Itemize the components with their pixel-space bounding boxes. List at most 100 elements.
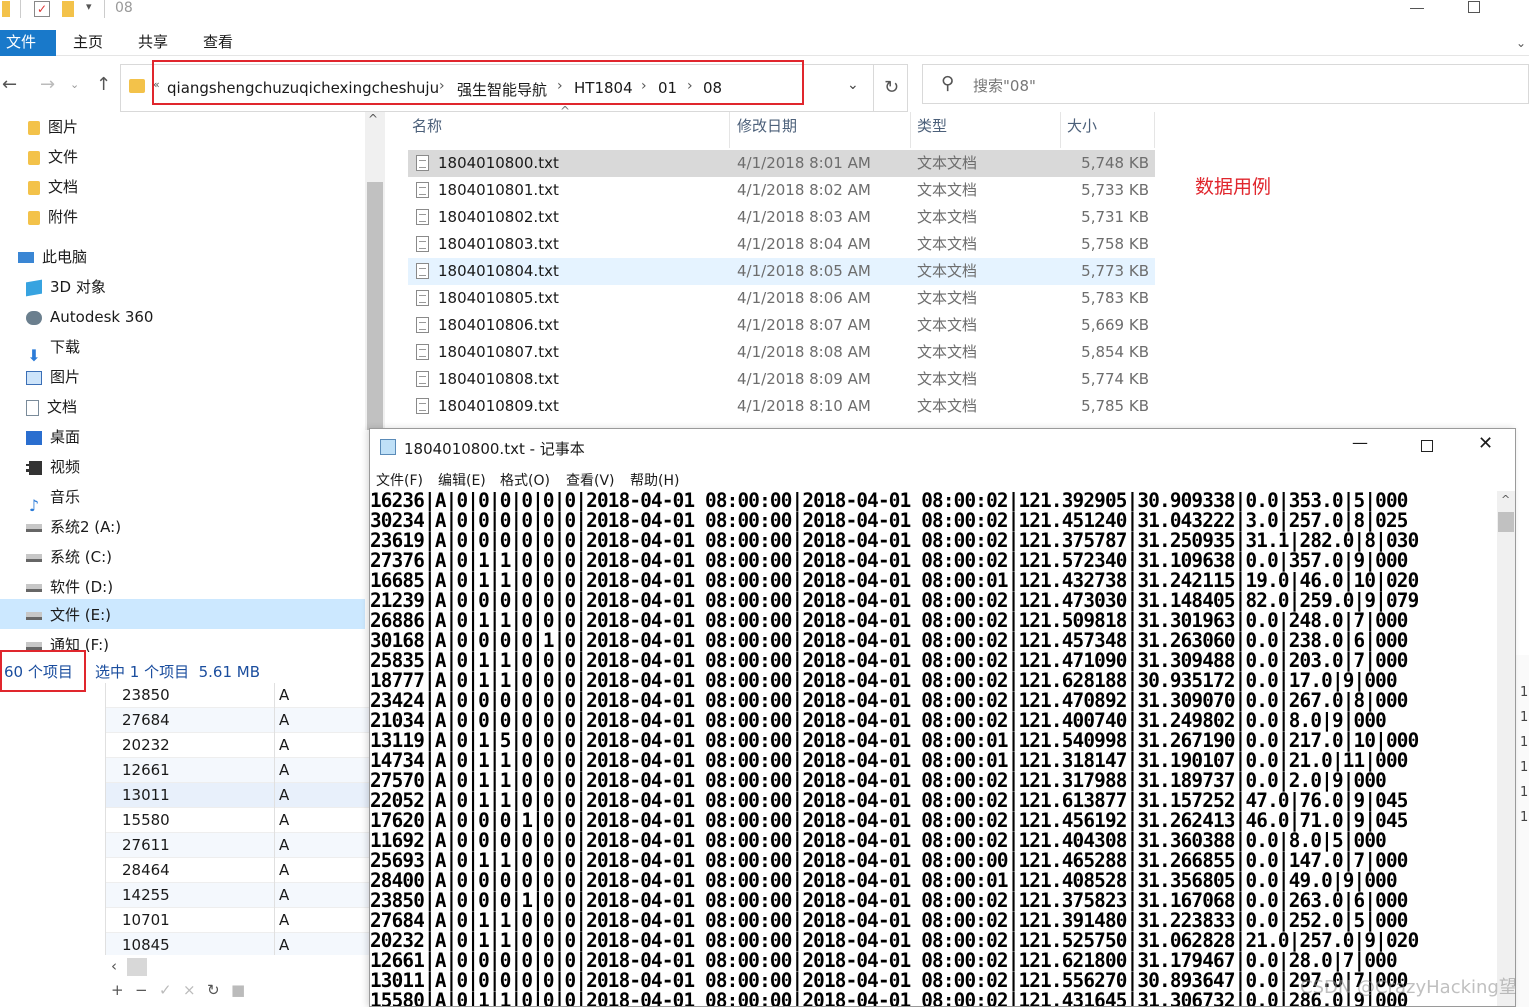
horizontal-scrollbar-thumb[interactable]	[127, 958, 147, 976]
file-row[interactable]: 1804010808.txt 4/1/2018 8:09 AM 文本文档 5,7…	[408, 366, 1155, 393]
column-header-size[interactable]: 大小	[1063, 112, 1155, 148]
grid-cell: A	[274, 808, 289, 833]
file-row[interactable]: 1804010809.txt 4/1/2018 8:10 AM 文本文档 5,7…	[408, 393, 1155, 420]
refresh-icon[interactable]: ↻	[873, 65, 909, 111]
text-line: 17620|A|0|0|0|1|0|0|2018-04-01 08:00:00|…	[370, 809, 1408, 832]
grid-row[interactable]: 10701 A	[106, 908, 371, 933]
sidebar-item-drive-a[interactable]: 系统2 (A:)	[26, 512, 121, 542]
menu-format[interactable]: 格式(O)	[500, 470, 550, 490]
properties-icon[interactable]: ✓	[34, 1, 50, 17]
search-icon: ⚲	[941, 73, 955, 94]
tab-home[interactable]: 主页	[73, 30, 103, 56]
scroll-up-icon[interactable]: ^	[368, 112, 378, 126]
sidebar-scrollbar-thumb[interactable]	[367, 182, 383, 430]
sidebar-item-files[interactable]: 文件	[28, 142, 78, 172]
sidebar-item-pictures[interactable]: 图片	[28, 112, 78, 142]
file-row[interactable]: 1804010806.txt 4/1/2018 8:07 AM 文本文档 5,6…	[408, 312, 1155, 339]
scroll-left-icon[interactable]: ‹	[111, 957, 117, 975]
file-row[interactable]: 1804010800.txt 4/1/2018 8:01 AM 文本文档 5,7…	[408, 150, 1155, 177]
add-icon[interactable]: +	[111, 981, 124, 999]
sidebar-item-this-pc[interactable]: 此电脑	[18, 242, 87, 272]
menu-help[interactable]: 帮助(H)	[630, 470, 679, 490]
column-header-date[interactable]: 修改日期	[733, 112, 911, 148]
quick-access-dropdown-icon[interactable]: ▾	[86, 0, 92, 13]
sidebar-item-pictures-lib[interactable]: 图片	[26, 362, 80, 392]
sidebar-item-drive-e[interactable]: 文件 (E:)	[26, 600, 111, 630]
sidebar-item-documents[interactable]: 文档	[28, 172, 78, 202]
sidebar-item-attachments[interactable]: 附件	[28, 202, 78, 232]
scrollbar-thumb[interactable]	[1498, 512, 1514, 532]
sidebar-item-music[interactable]: ♪ 音乐	[26, 482, 80, 515]
grid-row[interactable]: 12661 A	[106, 758, 371, 783]
text-line: 25693|A|0|1|1|0|0|0|2018-04-01 08:00:00|…	[370, 849, 1408, 872]
up-arrow-icon[interactable]: ↑	[96, 74, 111, 95]
file-row[interactable]: 1804010802.txt 4/1/2018 8:03 AM 文本文档 5,7…	[408, 204, 1155, 231]
sidebar-item-autodesk[interactable]: Autodesk 360	[26, 302, 153, 332]
grid-row[interactable]: 28464 A	[106, 858, 371, 883]
edge-text: 1	[1520, 810, 1529, 825]
file-row[interactable]: 1804010804.txt 4/1/2018 8:05 AM 文本文档 5,7…	[408, 258, 1155, 285]
grid-row[interactable]: 14255 A	[106, 883, 371, 908]
menu-file[interactable]: 文件(F)	[376, 470, 423, 490]
grid-row[interactable]: 20232 A	[106, 733, 371, 758]
file-row[interactable]: 1804010803.txt 4/1/2018 8:04 AM 文本文档 5,7…	[408, 231, 1155, 258]
text-line: 11692|A|0|0|0|0|0|0|2018-04-01 08:00:00|…	[370, 829, 1387, 852]
maximize-button[interactable]	[1468, 1, 1480, 13]
sidebar-item-label: 文档	[48, 178, 79, 196]
tab-share[interactable]: 共享	[138, 30, 168, 56]
text-file-icon	[416, 209, 429, 225]
sidebar-item-3d-objects[interactable]: 3D 对象	[26, 272, 106, 302]
notepad-scrollbar[interactable]: ^	[1497, 491, 1515, 1006]
sidebar-item-drive-c[interactable]: 系统 (C:)	[26, 542, 112, 572]
grid-row[interactable]: 23850 A	[106, 683, 371, 708]
sidebar-item-videos[interactable]: 视频	[26, 452, 80, 482]
grid-row[interactable]: 15580 A	[106, 808, 371, 833]
file-row[interactable]: 1804010805.txt 4/1/2018 8:06 AM 文本文档 5,7…	[408, 285, 1155, 312]
notepad-title-bar[interactable]: 1804010800.txt - 记事本 — ✕	[370, 429, 1515, 465]
tab-file[interactable]: 文件	[0, 30, 56, 56]
chevron-down-icon[interactable]: ⌄	[847, 77, 859, 93]
grid-row[interactable]: 27611 A	[106, 833, 371, 858]
text-line: 30234|A|0|0|0|0|0|0|2018-04-01 08:00:00|…	[370, 509, 1408, 532]
ribbon-expand-icon[interactable]: ⌄	[1516, 36, 1526, 50]
sidebar-item-drive-d[interactable]: 软件 (D:)	[26, 572, 113, 602]
file-name: 1804010804.txt	[438, 262, 559, 280]
sidebar-item-downloads[interactable]: ⬇ 下载	[26, 332, 80, 365]
cancel-icon[interactable]: ×	[183, 981, 196, 999]
minimize-button[interactable]: —	[1352, 433, 1368, 452]
scroll-up-icon[interactable]: ^	[1501, 493, 1510, 506]
file-size: 5,731 KB	[1081, 208, 1149, 226]
recent-locations-icon[interactable]: ⌄	[70, 78, 79, 91]
notepad-icon	[380, 439, 396, 455]
stop-icon[interactable]: ■	[231, 981, 245, 999]
back-arrow-icon[interactable]: ←	[2, 74, 17, 95]
refresh-icon[interactable]: ↻	[207, 981, 220, 999]
forward-arrow-icon[interactable]: →	[40, 74, 55, 95]
new-folder-icon[interactable]	[62, 1, 74, 17]
text-line: 21239|A|0|0|0|0|0|0|2018-04-01 08:00:00|…	[370, 589, 1419, 612]
check-icon[interactable]: ✓	[159, 981, 172, 999]
file-row[interactable]: 1804010807.txt 4/1/2018 8:08 AM 文本文档 5,8…	[408, 339, 1155, 366]
file-name: 1804010806.txt	[438, 316, 559, 334]
search-input[interactable]: ⚲ 搜索"08"	[922, 64, 1529, 104]
file-size: 5,733 KB	[1081, 181, 1149, 199]
remove-icon[interactable]: −	[135, 981, 148, 999]
column-header-type[interactable]: 类型	[913, 112, 1061, 148]
text-line: 21034|A|0|0|0|0|0|0|2018-04-01 08:00:00|…	[370, 709, 1387, 732]
grid-row[interactable]: 27684 A	[106, 708, 371, 733]
minimize-button[interactable]	[1410, 8, 1424, 9]
grid-cell: 13011	[122, 786, 170, 804]
menu-edit[interactable]: 编辑(E)	[438, 470, 486, 490]
tab-view[interactable]: 查看	[203, 30, 233, 56]
maximize-button[interactable]	[1421, 440, 1433, 452]
sidebar-item-desktop[interactable]: 桌面	[26, 422, 80, 452]
menu-view[interactable]: 查看(V)	[566, 470, 615, 490]
file-row[interactable]: 1804010801.txt 4/1/2018 8:02 AM 文本文档 5,7…	[408, 177, 1155, 204]
notepad-title: 1804010800.txt - 记事本	[404, 440, 585, 458]
close-button[interactable]: ✕	[1478, 433, 1493, 454]
notepad-text-area[interactable]: 16236|A|0|0|0|0|0|0|2018-04-01 08:00:00|…	[370, 491, 1497, 1006]
sidebar-item-documents-lib[interactable]: 文档	[26, 392, 77, 422]
text-line: 18777|A|0|1|1|0|0|0|2018-04-01 08:00:00|…	[370, 669, 1398, 692]
notepad-window: 1804010800.txt - 记事本 — ✕ 文件(F) 编辑(E) 格式(…	[369, 428, 1516, 1007]
grid-row[interactable]: 13011 A	[106, 783, 371, 808]
